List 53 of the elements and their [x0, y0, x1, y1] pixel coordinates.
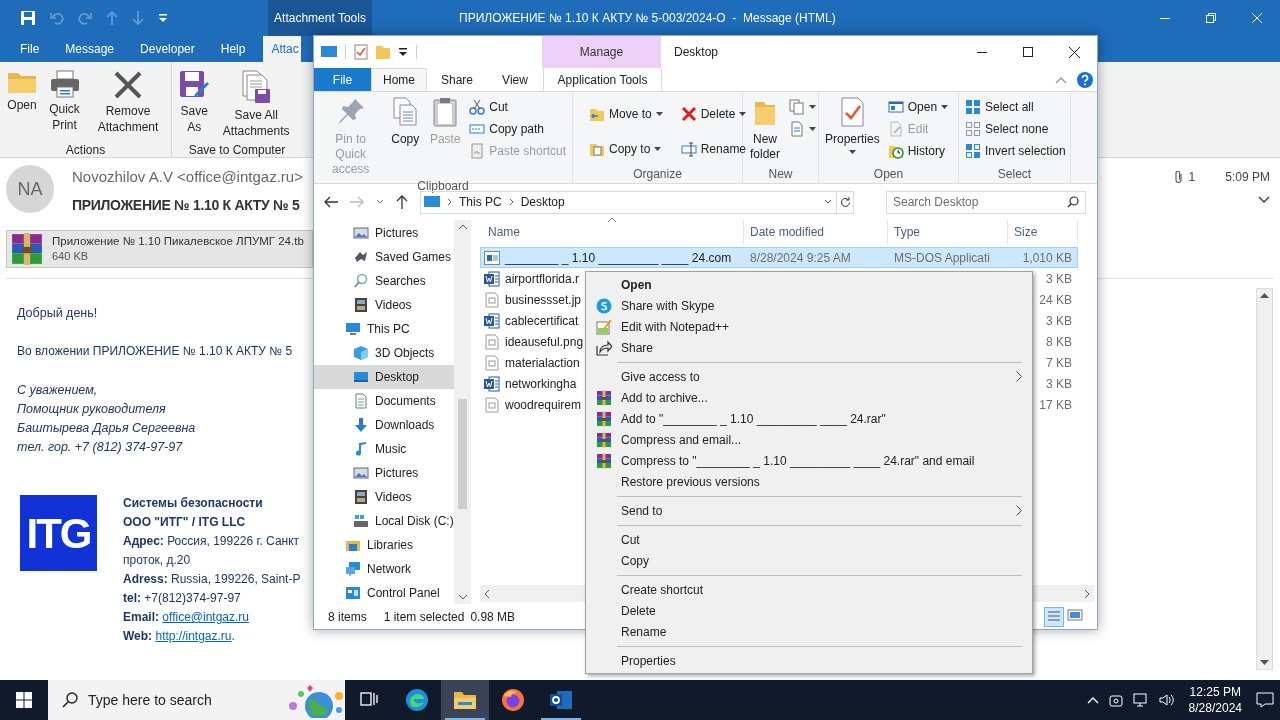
- file-name: networkingha: [505, 375, 577, 393]
- file-size: 3 KB: [1046, 313, 1072, 328]
- file-size: 8 KB: [1046, 334, 1072, 349]
- file-size: 3 KB: [1046, 271, 1072, 286]
- window-title: ПРИЛОЖЕНИЕ № 1.10 К АКТУ № 5-003/2024-О - Message (HTML): [459, 10, 837, 27]
- signature-line: tel: +7(812)374-97-97: [123, 590, 241, 607]
- selection-size: 0.98 MB: [470, 608, 516, 626]
- file-name: cablecertificat: [505, 312, 579, 330]
- file-name: materialaction: [505, 354, 580, 372]
- group-label: Actions: [65, 143, 106, 157]
- file-name: woodrequirem: [505, 396, 582, 414]
- file-name: ________ _ 1.10 _________ ____ 24.com: [505, 249, 732, 267]
- file-type: MS-DOS Applicati: [894, 250, 991, 265]
- file-name: airportflorida.r: [505, 270, 580, 288]
- group-label: New: [767, 166, 794, 183]
- attachment-size: 640 KB: [52, 249, 90, 264]
- message-time: 5:09 PM: [1225, 169, 1270, 186]
- file-date: 8/28/2024 9:25 AM: [750, 250, 851, 265]
- file-size: 17 KB: [1039, 397, 1072, 412]
- signature-line: Adress: Russia, 199226, Saint-P: [123, 571, 301, 588]
- signature-text: С уважением,: [17, 382, 98, 399]
- signature-line: Адрес: Россия, 199226 г. Санкт: [123, 533, 300, 550]
- sender: Novozhilov A.V <office@intgaz.ru>: [72, 167, 303, 187]
- message-text: Во вложении ПРИЛОЖЕНИЕ № 1.10 К АКТУ № 5: [17, 343, 293, 359]
- avatar: NA: [6, 165, 54, 213]
- item-count: 8 items: [328, 608, 367, 626]
- file-name: ideauseful.png: [505, 333, 584, 351]
- file-size: 3 KB: [1046, 376, 1072, 391]
- window-title: Desktop: [674, 44, 719, 61]
- signature-line: проток, д.20: [123, 552, 191, 569]
- selection-info: 1 item selected: [383, 608, 465, 626]
- signature-text: Помощник руководителя: [17, 401, 166, 418]
- group-label: Save to Computer: [188, 143, 286, 157]
- signature-text: тел. гор. +7 (812) 374-97-97: [17, 439, 183, 456]
- signature-line: Email: office@intgaz.ru: [123, 609, 250, 626]
- file-size: 7 KB: [1046, 355, 1072, 370]
- group-label: Select: [996, 166, 1033, 183]
- signature-line: Системы безопасности: [123, 495, 263, 512]
- attachment-name: Приложение № 1.10 Пикалевское ЛПУМГ 24.tb: [52, 234, 304, 249]
- group-label: Open: [872, 166, 905, 183]
- subject: ПРИЛОЖЕНИЕ № 1.10 К АКТУ № 5: [72, 195, 301, 215]
- group-label: Organize: [632, 166, 683, 183]
- file-name: businessset.jp: [505, 291, 582, 309]
- file-size: 24 KB: [1039, 292, 1072, 307]
- file-size: 1,010 KB: [1022, 250, 1072, 265]
- contextual-tab-group: Attachment Tools: [268, 0, 372, 36]
- signature-text: Баштырева Дарья Сергеевна: [17, 420, 196, 437]
- signature-line: ООО "ИТГ" / ITG LLC: [123, 514, 246, 531]
- greeting: Добрый день!: [17, 305, 98, 321]
- contextual-tab-group: Manage: [542, 36, 661, 68]
- signature-line: Web: http://intgaz.ru.: [123, 628, 235, 645]
- attachment-count: 1: [1188, 169, 1196, 186]
- company-logo: ITG: [20, 495, 97, 571]
